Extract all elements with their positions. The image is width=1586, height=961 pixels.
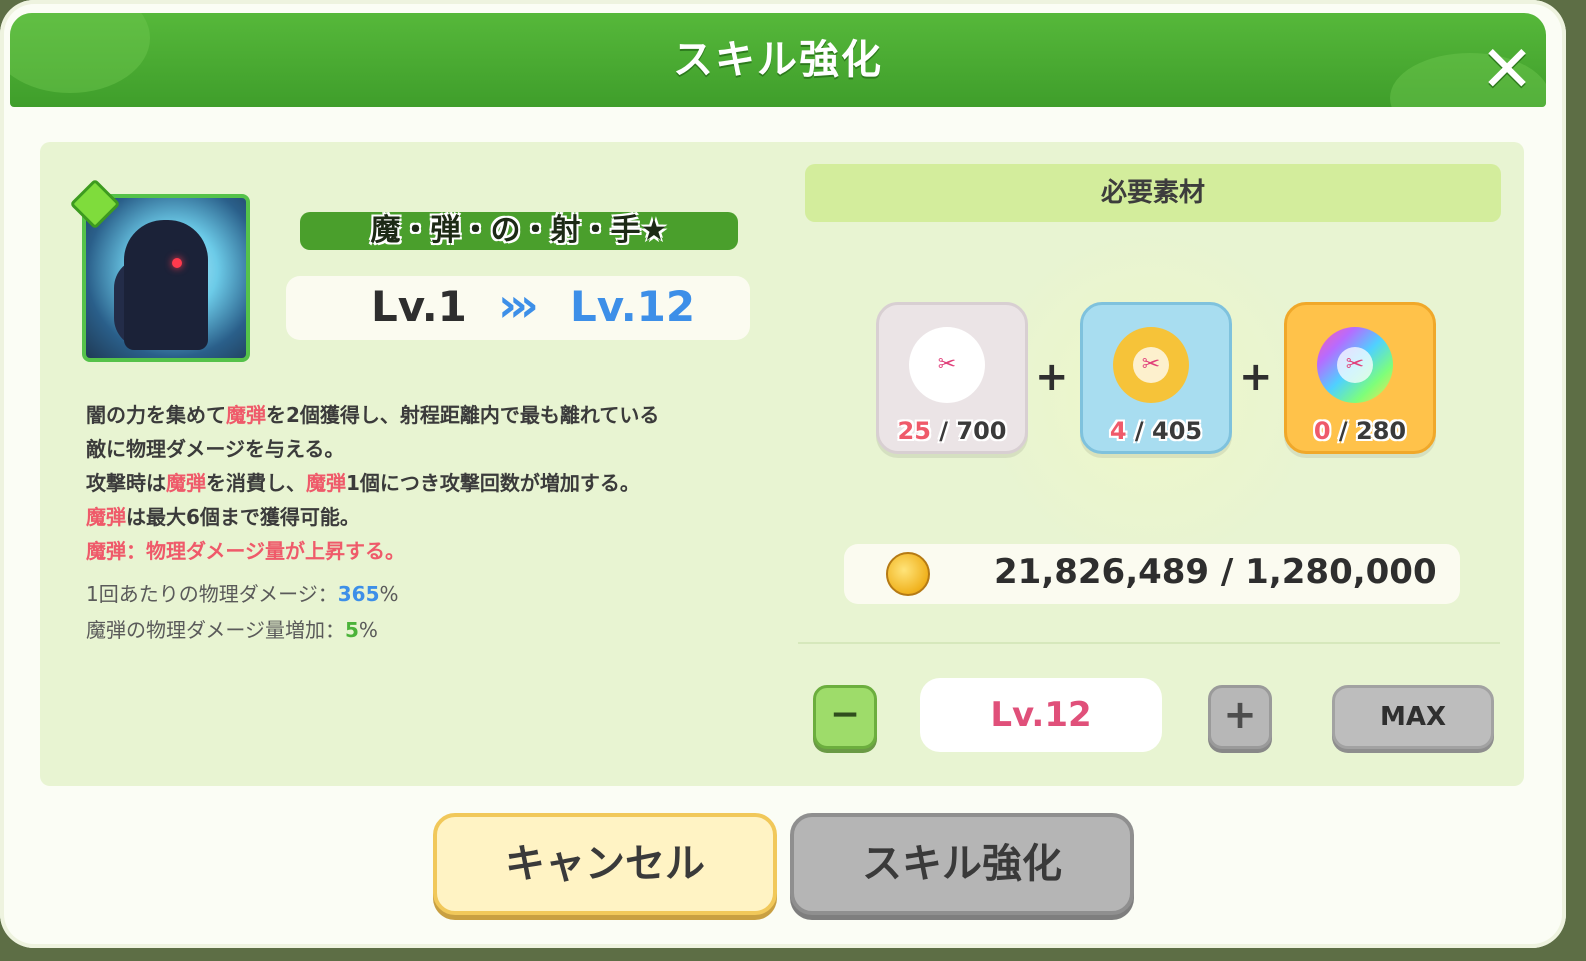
target-level-display: Lv.12 xyxy=(920,678,1162,752)
close-icon[interactable]: ✕ xyxy=(1472,35,1542,105)
portrait-eye xyxy=(172,258,182,268)
material-slot[interactable]: ✂ 4 / 405 xyxy=(1080,302,1232,454)
double-chevron-right-icon: ››› xyxy=(498,278,539,332)
material-count: 4 / 405 xyxy=(1109,417,1203,445)
coin-cost-box: 21,826,489 / 1,280,000 xyxy=(844,544,1460,604)
plus-icon: + xyxy=(1239,354,1273,400)
skill-description: 闇の力を集めて魔弾を2個獲得し、射程距離内で最も離れている 敵に物理ダメージを与… xyxy=(86,398,766,568)
skill-stats: 1回あたりの物理ダメージ：365% 魔弾の物理ダメージ量増加：5% xyxy=(86,576,399,648)
gold-skill-powder-icon: ✂ xyxy=(1113,327,1189,403)
skill-upgrade-dialog: スキル強化 ✕ 魔・弾・の・射・手★ Lv.1 ››› Lv.12 闇の力を集め… xyxy=(0,0,1566,948)
level-from: Lv.1 xyxy=(371,282,467,331)
coin-cost: 21,826,489 / 1,280,000 xyxy=(994,552,1437,592)
material-count: 25 / 700 xyxy=(897,417,1007,445)
plus-icon: + xyxy=(1035,354,1069,400)
material-slot[interactable]: ✂ 0 / 280 xyxy=(1284,302,1436,454)
cookie-portrait xyxy=(82,194,250,362)
description-line: 攻撃時は魔弾を消費し、魔弾1個につき攻撃回数が増加する。 xyxy=(86,471,640,495)
materials-header: 必要素材 xyxy=(805,164,1501,222)
stat-row: 1回あたりの物理ダメージ：365% xyxy=(86,582,399,606)
skill-name: 魔・弾・の・射・手★ xyxy=(300,212,738,250)
cancel-button[interactable]: キャンセル xyxy=(433,813,777,915)
skill-upgrade-button[interactable]: スキル強化 xyxy=(790,813,1134,915)
dialog-header: スキル強化 ✕ xyxy=(10,13,1546,107)
decrease-level-button[interactable]: − xyxy=(813,685,877,749)
description-line: 魔弾は最大6個まで獲得可能。 xyxy=(86,505,360,529)
level-to: Lv.12 xyxy=(570,282,696,331)
portrait-figure xyxy=(124,220,208,350)
rainbow-skill-powder-icon: ✂ xyxy=(1317,327,1393,403)
divider xyxy=(798,642,1500,644)
material-slot[interactable]: ✂ 25 / 700 xyxy=(876,302,1028,454)
level-change-box: Lv.1 ››› Lv.12 xyxy=(286,276,750,340)
coin-icon xyxy=(886,552,930,596)
stat-row: 魔弾の物理ダメージ量増加：5% xyxy=(86,618,378,642)
description-line: 敵に物理ダメージを与える。 xyxy=(86,437,345,461)
max-level-button[interactable]: MAX xyxy=(1332,685,1494,749)
description-line: 魔弾：物理ダメージ量が上昇する。 xyxy=(86,539,405,563)
white-skill-powder-icon: ✂ xyxy=(909,327,985,403)
description-line: 闇の力を集めて魔弾を2個獲得し、射程距離内で最も離れている xyxy=(86,403,660,427)
material-count: 0 / 280 xyxy=(1313,417,1407,445)
dialog-title: スキル強化 xyxy=(673,37,883,83)
increase-level-button[interactable]: + xyxy=(1208,685,1272,749)
dialog-content: 魔・弾・の・射・手★ Lv.1 ››› Lv.12 闇の力を集めて魔弾を2個獲得… xyxy=(40,142,1524,786)
